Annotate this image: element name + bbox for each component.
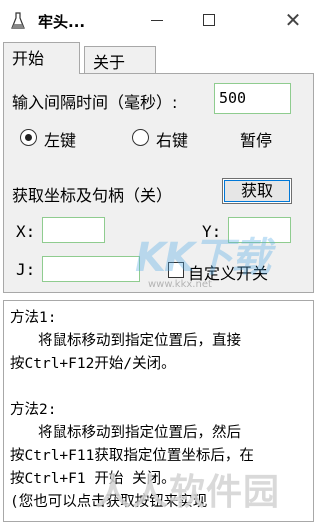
interval-input[interactable]: 500	[214, 83, 291, 114]
tab-about[interactable]: 关于	[84, 46, 156, 73]
window-title: 牢头...	[38, 13, 86, 31]
j-label: J:	[16, 260, 36, 279]
instruction-line: 方法1:	[10, 310, 57, 326]
left-click-label: 左键	[44, 131, 77, 150]
kk-watermark-logo: KK下载	[135, 235, 271, 281]
maximize-icon	[203, 14, 215, 26]
instruction-line: 方法2:	[10, 402, 57, 418]
kk-watermark-url: www.kkx.net	[148, 279, 212, 290]
close-button[interactable]: ✕	[270, 0, 316, 40]
tab-start[interactable]: 开始	[3, 42, 80, 74]
site-watermark: 人人软件园	[95, 472, 281, 513]
right-click-radio[interactable]	[132, 129, 149, 146]
instruction-line: 将鼠标移动到指定位置后，直接	[38, 333, 241, 349]
minimize-button[interactable]	[134, 0, 180, 40]
minimize-icon	[151, 19, 163, 21]
x-input[interactable]	[42, 217, 105, 243]
interval-label: 输入间隔时间（毫秒）:	[12, 93, 178, 112]
maximize-button[interactable]	[186, 0, 232, 40]
j-input[interactable]	[42, 256, 140, 282]
close-icon: ✕	[284, 8, 302, 32]
coord-handle-label: 获取坐标及句柄（关）	[12, 186, 173, 205]
pause-label: 暂停	[240, 131, 273, 150]
instruction-line: 按Ctrl+F12开始/关闭。	[10, 356, 176, 372]
radio-selected-dot	[25, 134, 32, 141]
left-click-radio[interactable]	[20, 129, 37, 146]
get-button[interactable]: 获取	[222, 178, 292, 204]
tab-bar: 开始 关于	[0, 42, 320, 74]
instruction-line	[10, 376, 307, 399]
instruction-line: 将鼠标移动到指定位置后，然后	[38, 425, 241, 441]
right-click-label: 右键	[156, 131, 189, 150]
title-bar: 牢头... ✕	[0, 0, 320, 40]
flask-icon	[11, 12, 25, 29]
x-label: X:	[16, 222, 36, 241]
